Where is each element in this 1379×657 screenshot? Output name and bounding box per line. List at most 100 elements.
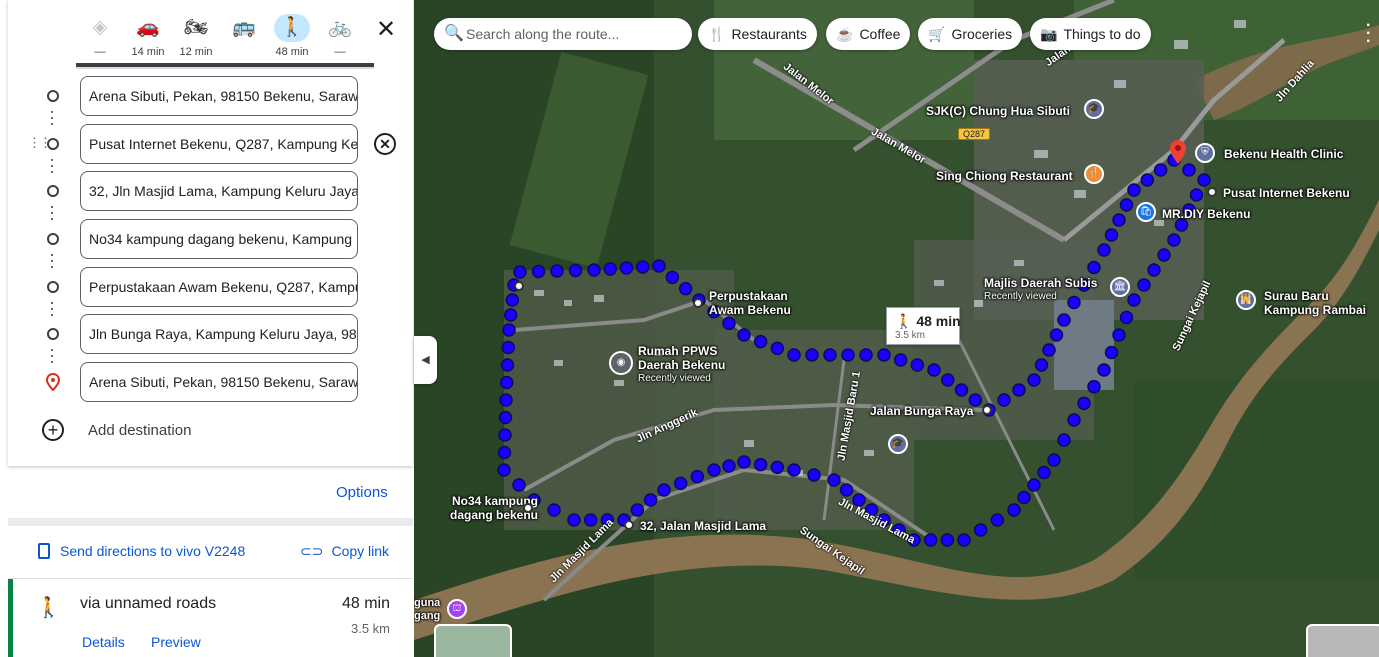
waypoint-marker[interactable] xyxy=(523,503,533,513)
send-directions-label: Send directions to vivo V2248 xyxy=(60,543,246,559)
place-label-guna[interactable]: guna gang xyxy=(414,597,440,623)
waypoint-marker[interactable] xyxy=(624,520,634,530)
route-dot xyxy=(1047,453,1061,467)
best-route-icon: ◈ xyxy=(92,17,108,38)
waypoint-input[interactable]: 32, Jln Masjid Lama, Kampung Keluru Jaya xyxy=(80,171,358,211)
route-dot xyxy=(657,483,671,497)
copy-link-button[interactable]: ⊂⊃ Copy link xyxy=(300,543,389,560)
route-dot xyxy=(643,493,658,507)
chip-groceries[interactable]: 🛒 Groceries xyxy=(918,18,1023,50)
location-icon[interactable]: ◉ xyxy=(609,351,633,375)
bicycle-icon: 🚲 xyxy=(328,17,352,38)
more-chips-icon[interactable]: · · · xyxy=(1366,18,1376,50)
close-directions-button[interactable]: ✕ xyxy=(372,16,400,44)
place-label-health[interactable]: Bekenu Health Clinic xyxy=(1224,147,1343,161)
details-button[interactable]: Details xyxy=(82,634,125,650)
mode-motorcycle[interactable]: 🏍 12 min xyxy=(172,10,220,60)
route-dot xyxy=(1119,310,1134,325)
destination-input[interactable]: Arena Sibuti, Pekan, 98150 Bekenu, Saraw… xyxy=(80,362,358,402)
route-dot xyxy=(503,308,518,322)
route-dot xyxy=(1027,373,1041,387)
place-label-surau[interactable]: Surau Baru Kampung Rambai xyxy=(1264,289,1374,317)
route-dot xyxy=(722,316,736,331)
route-dot xyxy=(753,334,768,349)
remove-waypoint-button[interactable]: ✕ xyxy=(374,133,396,155)
mode-time: — xyxy=(334,46,346,58)
route-dot xyxy=(1034,358,1049,372)
route-dot xyxy=(550,264,564,278)
route-dot xyxy=(787,463,801,477)
search-along-route[interactable]: 🔍 Search along the route... xyxy=(434,18,692,50)
place-label-sing-chiong[interactable]: Sing Chiong Restaurant xyxy=(936,169,1073,183)
route-dot xyxy=(805,348,819,362)
waypoint-row: Arena Sibuti, Pekan, 98150 Bekenu, Saraw… xyxy=(16,362,414,402)
shopping-icon[interactable]: 🛍 xyxy=(1136,202,1156,222)
waypoint-input[interactable]: Pusat Internet Bekenu, Q287, Kampung Kel… xyxy=(80,124,358,164)
place-label-mrdiy[interactable]: MR.DIY Bekenu xyxy=(1162,207,1250,221)
route-dot xyxy=(1140,173,1155,187)
place-label-jalan32[interactable]: 32, Jalan Masjid Lama xyxy=(640,519,766,533)
school-icon[interactable]: 🎓 xyxy=(1084,99,1104,119)
mode-car[interactable]: 🚗 14 min xyxy=(124,10,172,60)
government-icon[interactable]: 🏛 xyxy=(1110,277,1130,297)
mode-scrollbar-thumb[interactable] xyxy=(76,63,374,67)
route-dot xyxy=(1037,465,1051,480)
send-directions-button[interactable]: Send directions to vivo V2248 xyxy=(38,543,245,559)
mode-transit[interactable]: 🚌 xyxy=(220,10,268,60)
copy-link-label: Copy link xyxy=(331,543,390,559)
mode-bicycle[interactable]: 🚲 — xyxy=(316,10,364,60)
place-label-perpustakaan[interactable]: Perpustakaan Awam Bekenu xyxy=(709,289,809,317)
road-shield-q287: Q287 xyxy=(958,128,991,140)
restaurant-icon[interactable]: 🍴 xyxy=(1084,164,1104,184)
coffee-icon: ☕ xyxy=(836,26,854,42)
shop-icon[interactable]: ⛫ xyxy=(447,599,467,619)
waypoint-input[interactable]: Perpustakaan Awam Bekenu, Q287, Kampung xyxy=(80,267,358,307)
waypoint-marker[interactable] xyxy=(693,298,703,308)
street-view-thumbnail[interactable] xyxy=(1306,624,1379,657)
waypoint-input[interactable]: No34 kampung dagang bekenu, Kampung xyxy=(80,219,358,259)
route-dot xyxy=(587,263,601,277)
route-dot xyxy=(1077,396,1091,411)
directions-card: ◈ — 🚗 14 min 🏍 12 min 🚌 🚶 48 min 🚲 — ✕ A… xyxy=(8,0,413,466)
route-dot xyxy=(1057,313,1071,327)
route-duration-callout[interactable]: 🚶 48 min 3.5 km xyxy=(886,307,961,345)
mode-best-route[interactable]: ◈ — xyxy=(76,10,124,60)
waypoint-input[interactable]: Arena Sibuti, Pekan, 98150 Bekenu, Saraw… xyxy=(80,76,358,116)
majlis-name: Majlis Daerah Subis xyxy=(984,276,1098,290)
waypoint-marker[interactable] xyxy=(1207,187,1217,197)
route-dot xyxy=(707,463,721,477)
layers-thumbnail[interactable] xyxy=(434,624,512,657)
mode-walk[interactable]: 🚶 48 min xyxy=(268,10,316,60)
place-label-majlis[interactable]: Majlis Daerah Subis Recently viewed xyxy=(984,276,1097,304)
waypoint-row: 32, Jln Masjid Lama, Kampung Keluru Jaya xyxy=(16,171,414,211)
chip-coffee[interactable]: ☕ Coffee xyxy=(826,18,911,50)
route-dot xyxy=(1153,163,1168,177)
school-icon[interactable]: 🎓 xyxy=(888,434,908,454)
hospital-icon[interactable]: ⛨ xyxy=(1195,143,1215,163)
link-icon: ⊂⊃ xyxy=(300,543,324,559)
collapse-panel-button[interactable]: ◀ xyxy=(414,336,437,384)
route-dot xyxy=(636,260,650,274)
place-label-rumah[interactable]: Rumah PPWS Daerah Bekenu Recently viewed xyxy=(638,344,733,386)
waypoint-marker[interactable] xyxy=(982,405,992,415)
place-label-bunga[interactable]: Jalan Bunga Raya xyxy=(870,404,973,418)
waypoint-input[interactable]: Jln Bunga Raya, Kampung Keluru Jaya, 98 xyxy=(80,314,358,354)
route-dot xyxy=(499,393,513,407)
mosque-icon[interactable]: 🕌 xyxy=(1236,290,1256,310)
recently-viewed: Recently viewed xyxy=(984,291,1057,302)
place-label-pusat[interactable]: Pusat Internet Bekenu xyxy=(1223,186,1350,200)
route-dot xyxy=(1087,260,1101,275)
preview-button[interactable]: Preview xyxy=(151,634,201,650)
destination-pin-icon[interactable] xyxy=(1170,140,1186,164)
mode-scrollbar[interactable] xyxy=(76,63,374,69)
options-button[interactable]: Options xyxy=(336,484,388,501)
waypoint-marker[interactable] xyxy=(514,281,524,291)
chip-things-to-do[interactable]: 📷 Things to do xyxy=(1030,18,1151,50)
route-option[interactable]: 🚶 via unnamed roads 48 min 3.5 km Detail… xyxy=(8,579,413,657)
place-label-sjk[interactable]: SJK(C) Chung Hua Sibuti xyxy=(926,104,1070,118)
route-dot xyxy=(1137,278,1151,292)
route-dot xyxy=(827,473,841,487)
chip-restaurants[interactable]: 🍴 Restaurants xyxy=(698,18,817,50)
section-divider xyxy=(8,518,413,526)
place-label-no34[interactable]: No34 kampung dagang bekenu xyxy=(426,494,538,522)
